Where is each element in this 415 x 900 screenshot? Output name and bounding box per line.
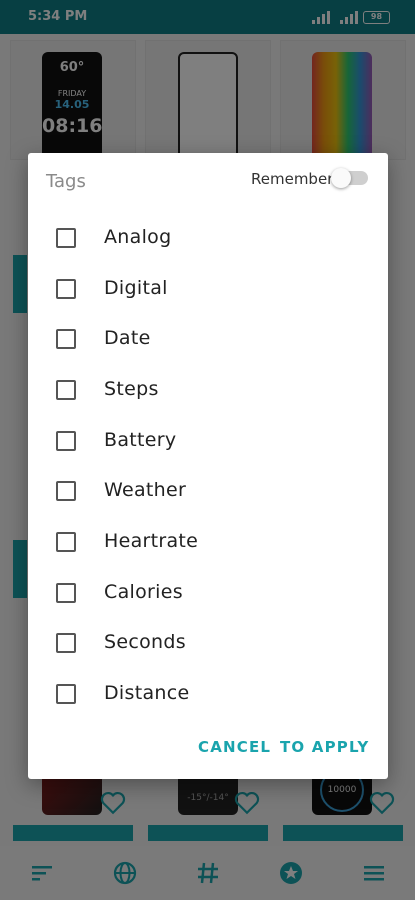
tag-row-seconds[interactable]: Seconds xyxy=(28,618,388,668)
checkbox[interactable] xyxy=(56,380,76,400)
tag-label: Calories xyxy=(104,581,183,603)
checkbox[interactable] xyxy=(56,279,76,299)
tag-row-calories[interactable]: Calories xyxy=(28,568,388,618)
tag-label: Seconds xyxy=(104,631,186,653)
remember-toggle[interactable] xyxy=(331,168,368,188)
tag-label: Digital xyxy=(104,277,168,299)
tag-label: Distance xyxy=(104,682,190,704)
checkbox[interactable] xyxy=(56,228,76,248)
tag-row-battery[interactable]: Battery xyxy=(28,416,388,466)
checkbox[interactable] xyxy=(56,532,76,552)
tag-row-analog[interactable]: Analog xyxy=(28,213,388,263)
checkbox[interactable] xyxy=(56,684,76,704)
checkbox[interactable] xyxy=(56,329,76,349)
tag-row-weather[interactable]: Weather xyxy=(28,466,388,516)
tag-row-heartrate[interactable]: Heartrate xyxy=(28,517,388,567)
tag-label: Weather xyxy=(104,479,187,501)
tag-label: Date xyxy=(104,327,151,349)
toggle-knob xyxy=(331,168,351,188)
dialog-title: Tags xyxy=(46,171,86,192)
tags-dialog: Tags Remember Analog Digital Date Steps … xyxy=(28,153,388,779)
tag-label: Heartrate xyxy=(104,530,199,552)
tag-row-distance[interactable]: Distance xyxy=(28,669,388,719)
tag-row-digital[interactable]: Digital xyxy=(28,264,388,314)
cancel-button[interactable]: CANCEL xyxy=(198,738,271,756)
tag-label: Battery xyxy=(104,429,177,451)
checkbox[interactable] xyxy=(56,633,76,653)
tag-row-steps[interactable]: Steps xyxy=(28,365,388,415)
checkbox[interactable] xyxy=(56,431,76,451)
checkbox[interactable] xyxy=(56,481,76,501)
tag-row-date[interactable]: Date xyxy=(28,314,388,364)
tag-label: Steps xyxy=(104,378,159,400)
remember-label: Remember xyxy=(251,170,334,188)
tag-label: Analog xyxy=(104,226,172,248)
checkbox[interactable] xyxy=(56,583,76,603)
apply-button[interactable]: TO APPLY xyxy=(280,738,370,756)
